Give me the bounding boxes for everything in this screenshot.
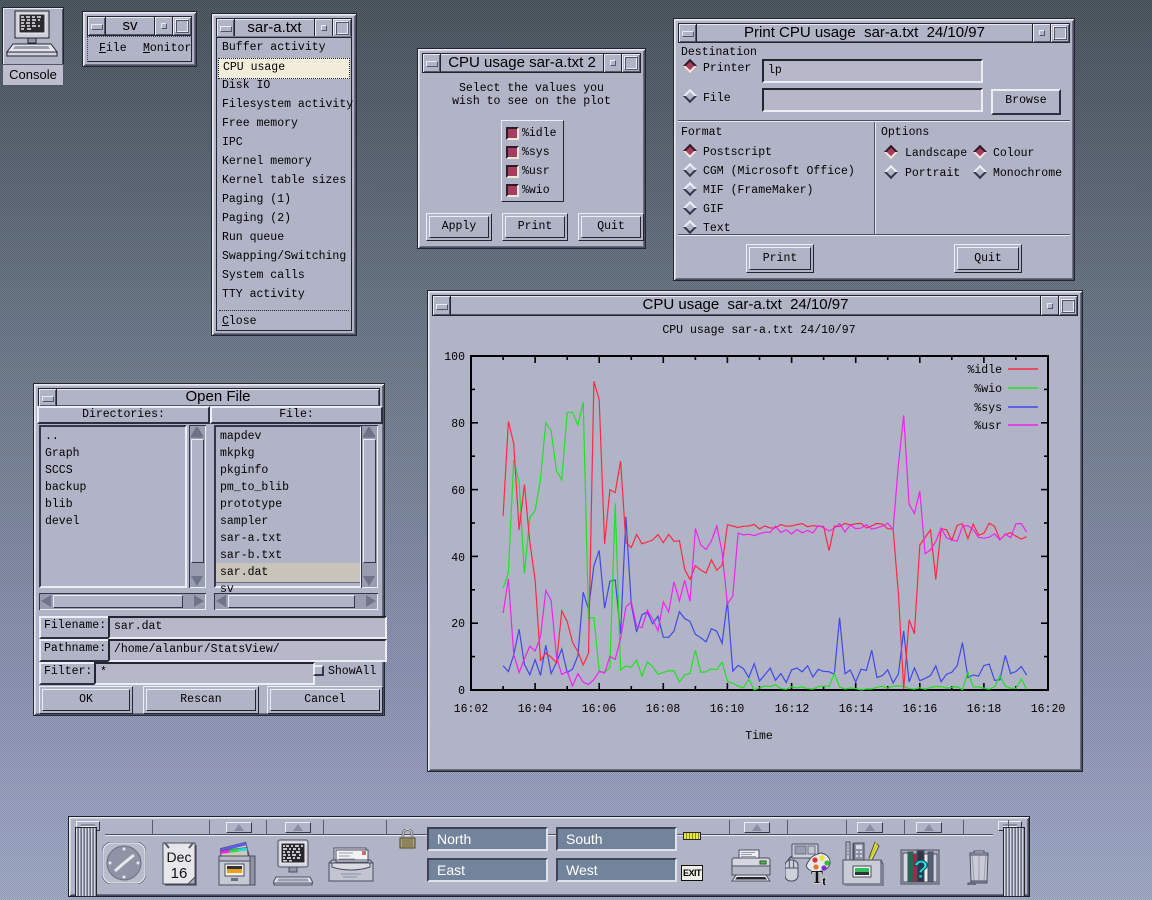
- svg-text:16:10: 16:10: [710, 703, 745, 716]
- svg-text:20: 20: [451, 618, 465, 631]
- svg-text:%usr: %usr: [974, 420, 1002, 433]
- svg-text:16:04: 16:04: [518, 703, 553, 716]
- svg-text:16:02: 16:02: [454, 703, 489, 716]
- svg-text:Dec: Dec: [167, 849, 192, 865]
- svg-text:%wio: %wio: [974, 383, 1002, 396]
- svg-text:0: 0: [458, 685, 465, 698]
- svg-text:16:18: 16:18: [967, 703, 1002, 716]
- svg-text:16:16: 16:16: [903, 703, 938, 716]
- svg-text:16:08: 16:08: [646, 703, 681, 716]
- svg-text:16:06: 16:06: [582, 703, 617, 716]
- svg-text:Time: Time: [745, 730, 773, 743]
- svg-text:16:12: 16:12: [775, 703, 810, 716]
- svg-text:t: t: [822, 873, 827, 885]
- svg-text:40: 40: [451, 552, 465, 565]
- svg-text:16: 16: [171, 865, 188, 882]
- svg-text:80: 80: [451, 418, 465, 431]
- svg-text:?: ?: [913, 856, 928, 884]
- svg-text:%sys: %sys: [974, 402, 1002, 415]
- svg-text:60: 60: [451, 485, 465, 498]
- svg-text:16:14: 16:14: [839, 703, 874, 716]
- svg-text:100: 100: [444, 351, 465, 364]
- svg-text:%idle: %idle: [967, 364, 1002, 377]
- svg-text:16:20: 16:20: [1031, 703, 1066, 716]
- svg-text:CPU usage sar-a.txt 24/10/97: CPU usage sar-a.txt 24/10/97: [662, 324, 855, 337]
